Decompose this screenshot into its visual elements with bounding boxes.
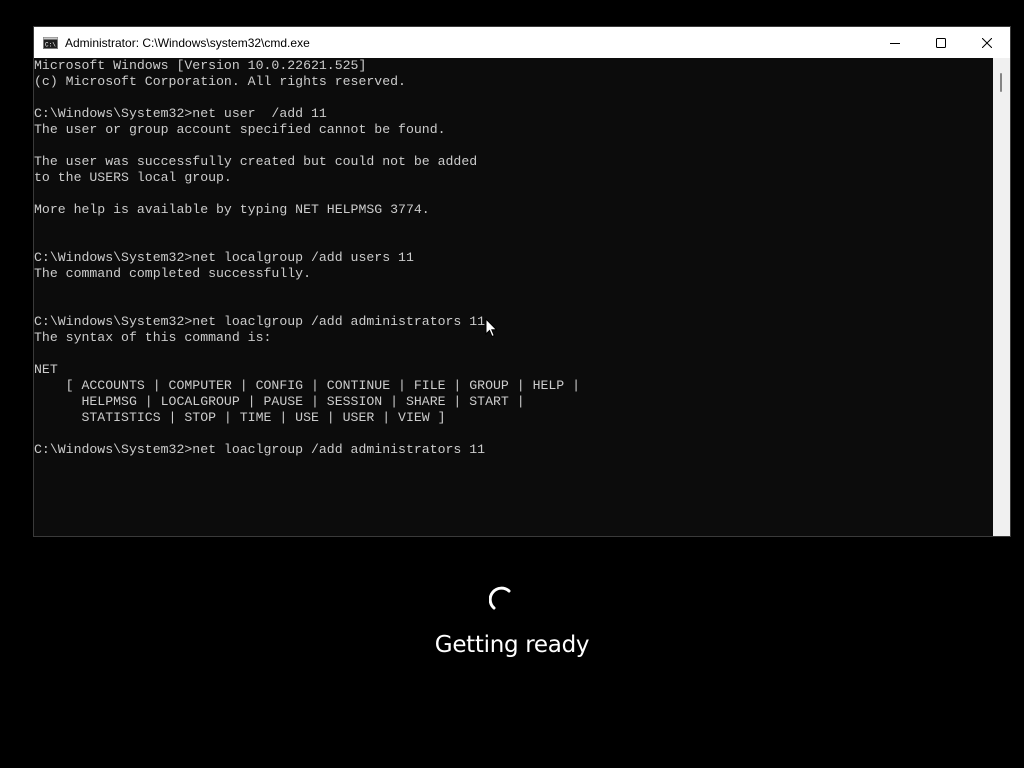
console-output[interactable]: Microsoft Windows [Version 10.0.22621.52… [34,58,995,536]
minimize-icon [890,42,900,44]
window-title: Administrator: C:\Windows\system32\cmd.e… [65,35,310,50]
vertical-scrollbar[interactable] [993,58,1010,536]
loading-spinner-icon [489,586,511,610]
mouse-pointer-icon [485,318,497,338]
status-text: Getting ready [434,632,590,658]
console-text: Microsoft Windows [Version 10.0.22621.52… [34,58,581,457]
window-controls [872,27,1010,58]
maximize-icon [936,37,946,48]
cmd-icon: C:\ [43,36,58,49]
setup-screen: C:\ Administrator: C:\Windows\system32\c… [0,0,1024,768]
close-icon [982,37,992,48]
scrollbar-thumb[interactable] [1000,73,1002,92]
title-bar[interactable]: C:\ Administrator: C:\Windows\system32\c… [34,27,1010,58]
minimize-button[interactable] [872,27,918,58]
maximize-button[interactable] [918,27,964,58]
close-button[interactable] [964,27,1010,58]
cmd-window[interactable]: C:\ Administrator: C:\Windows\system32\c… [33,26,1011,537]
svg-text:C:\: C:\ [45,41,56,48]
